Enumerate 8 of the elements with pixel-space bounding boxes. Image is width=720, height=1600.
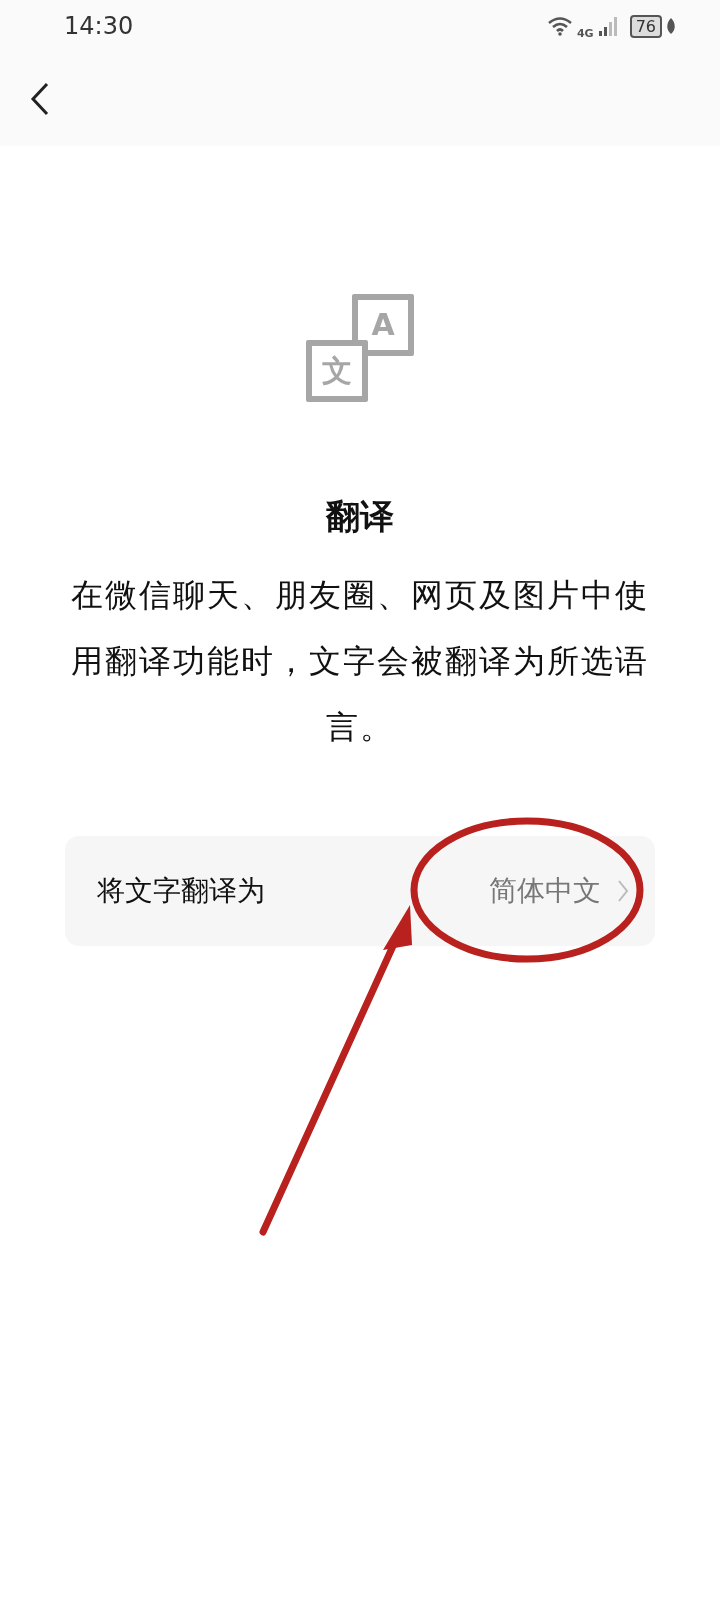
- description: 在微信聊天、朋友圈、网页及图片中使用翻译功能时，文字会被翻译为所选语言。: [70, 575, 650, 748]
- setting-label: 将文字翻译为: [97, 873, 266, 909]
- page-title: 翻译: [326, 495, 394, 538]
- status-time: 14:30: [64, 12, 134, 40]
- translate-setting-row[interactable]: 将文字翻译为 简体中文: [65, 836, 655, 946]
- setting-value: 简体中文: [489, 873, 601, 909]
- battery-level: 76: [629, 14, 662, 38]
- network-label: 4G: [576, 26, 594, 40]
